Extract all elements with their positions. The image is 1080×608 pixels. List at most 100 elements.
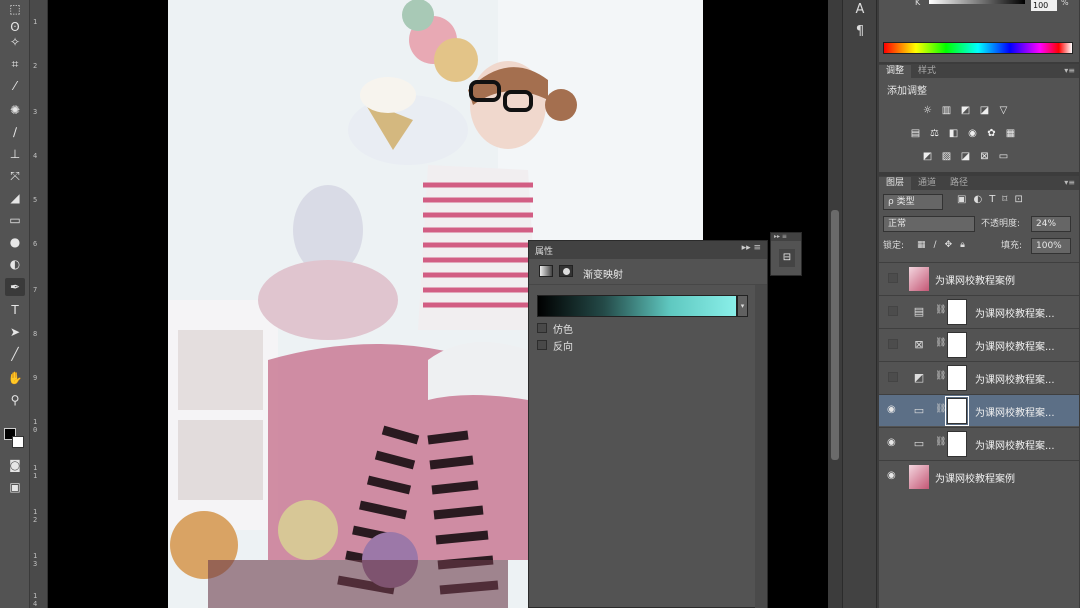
tab-layers[interactable]: 图层 [879,177,912,190]
layer-mask-thumbnail[interactable] [947,365,967,391]
healing-brush-icon[interactable]: ✺ [5,101,25,119]
path-select-icon[interactable]: ➤ [5,323,25,341]
curves-icon[interactable]: ◩ [959,104,972,116]
adjustment-filter-icon[interactable]: ◐ [973,194,982,205]
stamp-tool-icon[interactable]: ⊥ [5,145,25,163]
vibrance-icon[interactable]: ▽ [997,104,1010,116]
lock-all-icon[interactable]: 🔒︎ [960,240,965,250]
lock-pixels-icon[interactable]: ∕ [934,240,937,250]
layer-filter-select[interactable]: ρ 类型 [883,194,943,210]
tab-paths[interactable]: 路径 [943,177,975,190]
panel-menu-icon[interactable]: ▸▸ ≡ [742,243,761,253]
channel-mixer-icon[interactable]: ✿ [985,127,998,139]
paragraph-panel-icon[interactable]: ¶ [850,22,870,40]
zoom-tool-icon[interactable]: ⚲ [5,391,25,409]
color-lookup-icon[interactable]: ▦ [1004,127,1017,139]
layer-row[interactable]: 为课网校教程案例 [879,262,1079,294]
panel-menu-icon[interactable]: ▾≡ [1064,178,1075,187]
tab-styles[interactable]: 样式 [911,65,943,78]
black-white-icon[interactable]: ◧ [947,127,960,139]
canvas-vertical-scrollbar[interactable] [828,0,842,608]
blur-tool-icon[interactable]: ● [5,233,25,251]
gradient-dropdown-button[interactable]: ▾ [737,295,748,317]
eye-icon[interactable]: ◉ [887,437,899,449]
visibility-toggle[interactable] [888,372,898,382]
link-icon: ⛓︎ [935,305,947,315]
layer-row[interactable]: ▤ ⛓︎ 为课网校教程案... [879,295,1079,327]
layer-row[interactable]: ⊠ ⛓︎ 为课网校教程案... [879,328,1079,360]
shape-filter-icon[interactable]: ⌑ [1002,194,1007,205]
brightness-icon[interactable]: ☼ [921,104,934,116]
layer-row[interactable]: ◉ 为课网校教程案例 [879,460,1079,492]
panel-menu-icon[interactable]: ▾≡ [1064,66,1075,75]
crop-tool-icon[interactable]: ⌗ [5,55,25,73]
gradient-preview-bar[interactable] [537,295,737,317]
opacity-field[interactable]: 24% [1031,216,1071,232]
scrollbar-thumb[interactable] [831,210,839,460]
layer-row[interactable]: ◉ ▭ ⛓︎ 为课网校教程案... [879,427,1079,459]
adjustments-row-1: ☼ ▥ ◩ ◪ ▽ [921,104,1010,116]
pixel-filter-icon[interactable]: ▣ [957,194,966,205]
properties-panel: 属性 ▸▸ ≡ 渐变映射 ▾ 仿色 反向 [528,240,768,608]
eraser-tool-icon[interactable]: ◢ [5,189,25,207]
exposure-icon[interactable]: ◪ [978,104,991,116]
layer-mask-thumbnail[interactable] [945,396,969,426]
fill-field[interactable]: 100% [1031,238,1071,254]
hand-tool-icon[interactable]: ✋ [5,369,25,387]
posterize-icon[interactable]: ▨ [940,150,953,162]
visibility-toggle[interactable] [888,306,898,316]
marquee-tool-icon[interactable]: ⬚ [5,0,25,18]
screen-mode-icon[interactable]: ▣ [5,478,25,496]
eye-icon[interactable]: ◉ [887,470,899,482]
lock-transparent-icon[interactable]: ▦ [917,240,926,250]
layer-mask-thumbnail[interactable] [947,299,967,325]
layer-mask-thumbnail[interactable] [947,431,967,457]
color-balance-icon[interactable]: ⚖ [928,127,941,139]
lock-position-icon[interactable]: ✥ [945,240,953,250]
hue-saturation-icon[interactable]: ▤ [909,127,922,139]
history-brush-icon[interactable]: ⤧ [5,167,25,185]
reverse-label: 反向 [553,342,573,353]
tab-adjustments[interactable]: 调整 [879,65,912,78]
dodge-tool-icon[interactable]: ◐ [5,255,25,273]
photo-filter-icon[interactable]: ◉ [966,127,979,139]
layer-name: 为课网校教程案... [975,408,1055,419]
gradient-tool-icon[interactable]: ▭ [5,211,25,229]
character-panel-icon[interactable]: A [850,0,870,18]
levels-icon[interactable]: ▥ [940,104,953,116]
quick-mask-icon[interactable]: ◙ [5,456,25,474]
collapsed-properties-dock: ▸▸ ≡ ⊟ [770,232,802,276]
dither-checkbox[interactable] [537,323,547,333]
k-value-field[interactable]: 100 [1031,0,1057,11]
pen-tool-icon[interactable]: ✒ [5,278,25,296]
layer-thumbnail [909,267,929,291]
eyedropper-icon[interactable]: ⁄ [5,77,25,95]
blend-mode-select[interactable]: 正常 [883,216,975,232]
line-tool-icon[interactable]: ╱ [5,345,25,363]
smart-object-filter-icon[interactable]: ⊡ [1014,194,1022,205]
type-tool-icon[interactable]: T [5,301,25,319]
mask-icon[interactable] [559,265,573,277]
color-spectrum-ramp[interactable] [883,42,1073,54]
tab-channels[interactable]: 通道 [911,177,943,190]
layer-row-selected[interactable]: ◉ ▭ ⛓︎ 为课网校教程案... [879,394,1079,426]
properties-scrollbar[interactable] [755,285,767,608]
visibility-toggle[interactable] [888,273,898,283]
magic-wand-icon[interactable]: ✧ [5,33,25,51]
reverse-checkbox[interactable] [537,340,547,350]
brush-tool-icon[interactable]: ∕ [5,123,25,141]
properties-toggle-icon[interactable]: ⊟ [779,249,795,267]
selective-color-icon[interactable]: ⊠ [978,150,991,162]
type-filter-icon[interactable]: T [989,194,995,205]
visibility-toggle[interactable] [888,339,898,349]
threshold-icon[interactable]: ◪ [959,150,972,162]
eye-icon[interactable]: ◉ [887,404,899,416]
percent-unit: % [1061,0,1069,7]
layer-row[interactable]: ◩ ⛓︎ 为课网校教程案... [879,361,1079,393]
ruler-tick: 2 [33,62,38,70]
invert-icon[interactable]: ◩ [921,150,934,162]
layer-mask-thumbnail[interactable] [947,332,967,358]
gradient-map-icon[interactable]: ▭ [997,150,1010,162]
background-color-swatch[interactable] [12,436,24,448]
k-slider[interactable] [929,0,1025,4]
